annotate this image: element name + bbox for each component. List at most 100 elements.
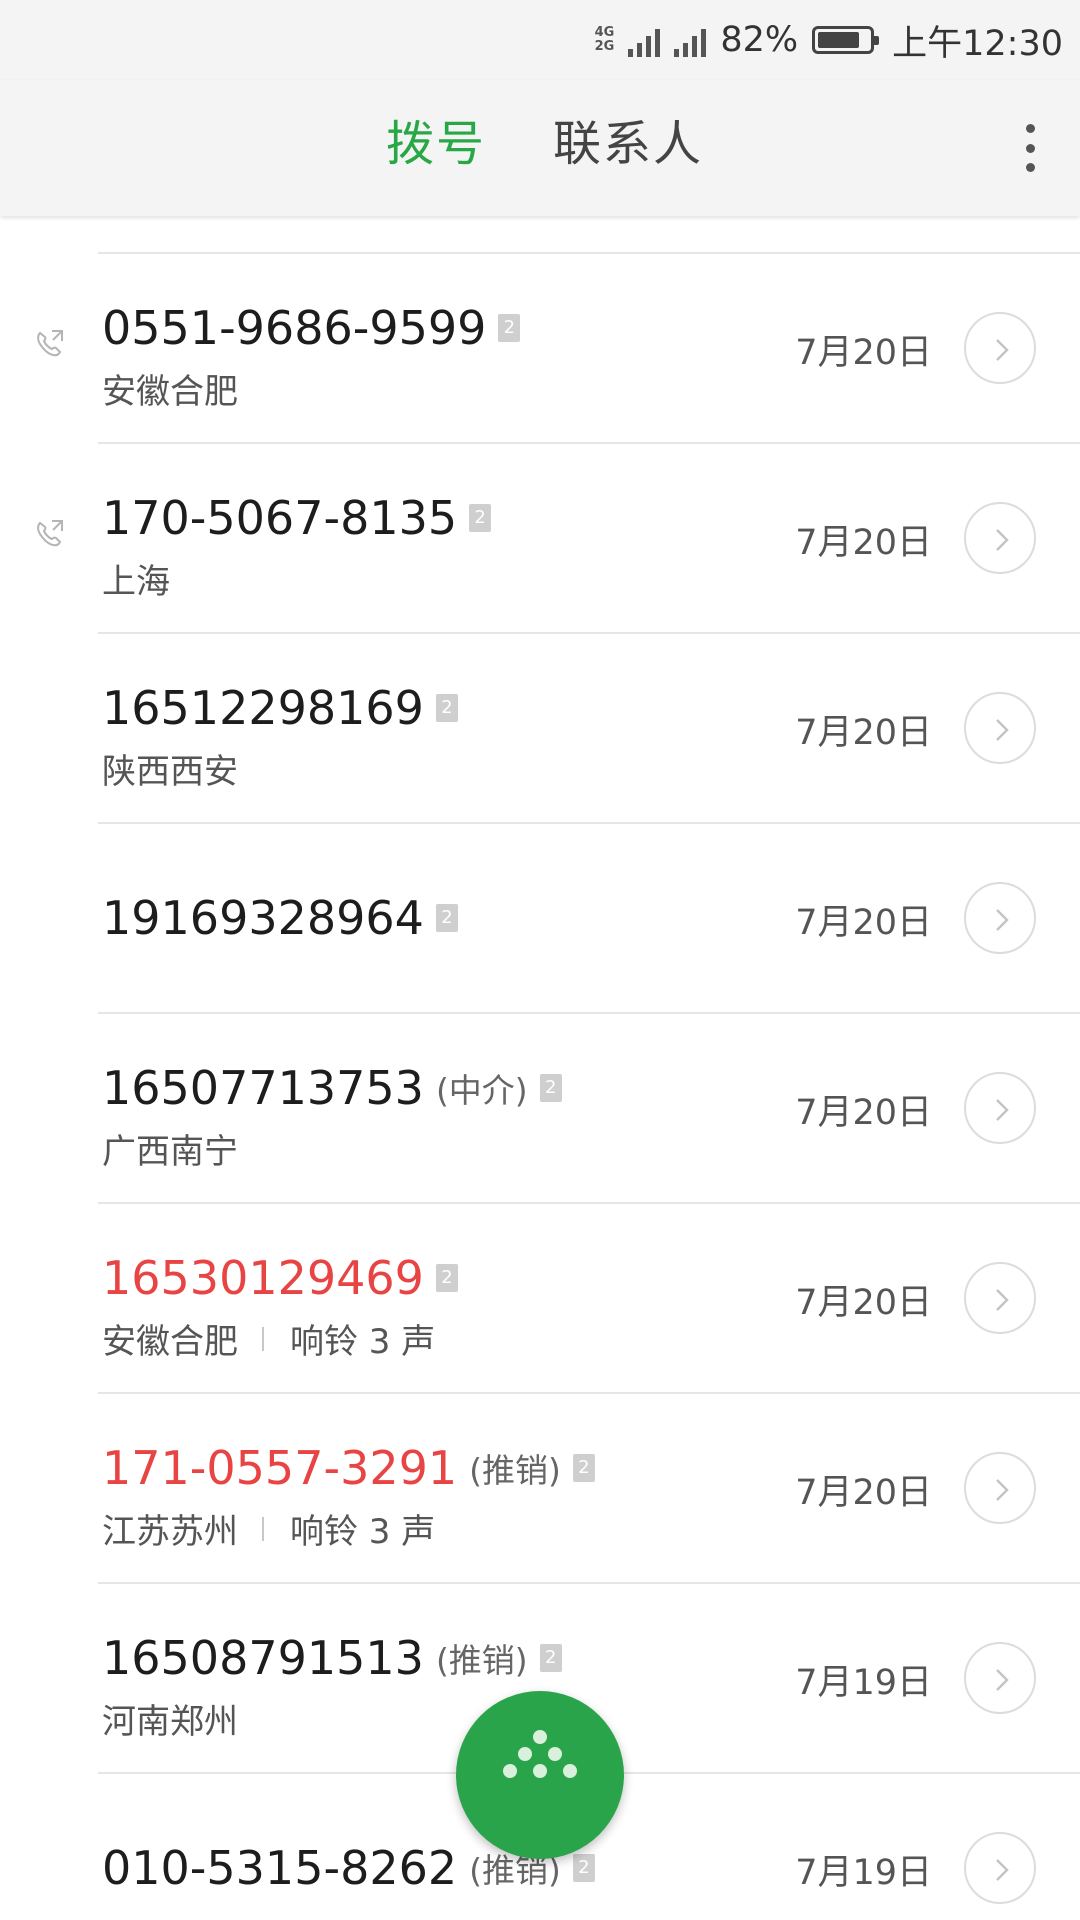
location: 江苏盐城: [102, 216, 238, 223]
number-line: 19169328964 2: [102, 888, 458, 948]
number-line: 171-0557-3291 (推销) 2: [102, 1438, 595, 1498]
chevron-right-icon: [996, 1099, 1009, 1121]
call-detail-button[interactable]: [964, 882, 1036, 954]
phone-number: 16507713753: [102, 1061, 424, 1115]
call-subtitle: 上海: [102, 554, 170, 603]
call-log-row[interactable]: 170-5067-8135 2 上海 7月20日: [0, 444, 1080, 634]
chevron-right-icon: [996, 1479, 1009, 1501]
call-log-row[interactable]: 江苏盐城7月20日: [0, 216, 1080, 254]
number-line: 16512298169 2: [102, 678, 458, 738]
tab-contacts[interactable]: 联系人: [553, 112, 703, 176]
call-date: 7月20日: [795, 333, 932, 373]
call-subtitle: 广西南宁: [102, 1124, 238, 1173]
call-detail-button[interactable]: [964, 312, 1036, 384]
number-line: 16530129469 2: [102, 1248, 458, 1308]
phone-number: 010-5315-8262: [102, 1841, 458, 1895]
dialpad-dot: [518, 1747, 532, 1761]
sim-badge-icon: 2: [539, 1644, 562, 1672]
battery-percent: 82%: [720, 20, 799, 60]
network-type-bottom: 2G: [594, 39, 615, 54]
dialpad-dot: [533, 1764, 547, 1778]
call-log-list[interactable]: 江苏盐城7月20日0551-9686-95992安徽合肥7月20日170-506…: [0, 216, 1080, 1920]
call-date: 7月20日: [795, 1093, 932, 1133]
location: 河南郑州: [102, 1702, 238, 1742]
dialpad-dot: [548, 1747, 562, 1761]
location: 安徽合肥: [102, 372, 238, 412]
call-log-row[interactable]: 19169328964 2 7月20日: [0, 824, 1080, 1014]
number-line: 170-5067-8135 2: [102, 488, 492, 548]
dialpad-dot: [533, 1730, 547, 1744]
call-log-row[interactable]: 16530129469 2 安徽合肥 响铃 3 声 7月20日: [0, 1204, 1080, 1394]
dialpad-button[interactable]: [456, 1691, 624, 1859]
number-tag: (推销): [469, 1451, 561, 1490]
sim-badge-icon: 2: [435, 694, 458, 722]
sim-badge-icon: 2: [435, 904, 458, 932]
call-log-row[interactable]: 16507713753 (中介) 2 广西南宁 7月20日: [0, 1014, 1080, 1204]
call-detail-button[interactable]: [964, 1072, 1036, 1144]
phone-number: 16530129469: [102, 1251, 424, 1305]
battery-fill: [818, 32, 860, 48]
separator: [262, 1326, 264, 1351]
location: 江苏苏州: [102, 1512, 238, 1552]
call-subtitle: 安徽合肥 响铃 3 声: [102, 1314, 435, 1363]
sim-badge-icon: 2: [572, 1454, 595, 1482]
chevron-right-icon: [996, 529, 1009, 551]
call-detail-button[interactable]: [964, 1262, 1036, 1334]
call-detail-button[interactable]: [964, 502, 1036, 574]
call-detail-button[interactable]: [964, 692, 1036, 764]
clock: 上午12:30: [892, 23, 1063, 64]
more-options-icon[interactable]: [1006, 120, 1054, 176]
dialpad-dot: [503, 1764, 517, 1778]
phone-number: 16512298169: [102, 681, 424, 735]
call-date: 7月19日: [795, 1853, 932, 1893]
phone-number: 0551-9686-9599: [102, 301, 487, 355]
call-log-row[interactable]: 16512298169 2 陕西西安 7月20日: [0, 634, 1080, 824]
location: 陕西西安: [102, 752, 238, 792]
separator: [262, 1516, 264, 1541]
status-bar: 4G 2G 82% 上午12:30: [0, 0, 1080, 80]
dialpad-dot: [563, 1764, 577, 1778]
location: 安徽合肥: [102, 1322, 238, 1362]
location: 上海: [102, 562, 170, 602]
call-detail-button[interactable]: [964, 1452, 1036, 1524]
chevron-right-icon: [996, 1859, 1009, 1881]
sim-badge-icon: 2: [572, 1854, 595, 1882]
call-subtitle: 河南郑州: [102, 1694, 238, 1743]
ring-count: 响铃 3 声: [290, 1512, 436, 1552]
chevron-right-icon: [996, 1669, 1009, 1691]
call-detail-button[interactable]: [964, 1642, 1036, 1714]
call-date: 7月20日: [795, 903, 932, 943]
call-date: 7月20日: [795, 1473, 932, 1513]
call-subtitle: 江苏苏州 响铃 3 声: [102, 1504, 435, 1553]
sim-badge-icon: 2: [498, 314, 521, 342]
battery-icon: [812, 26, 880, 54]
sim-badge-icon: 2: [435, 1264, 458, 1292]
signal-2-icon: [674, 23, 707, 57]
number-tag: (推销): [435, 1641, 528, 1680]
number-tag: (中介): [435, 1071, 528, 1110]
tab-dial[interactable]: 拨号: [386, 112, 486, 176]
chevron-right-icon: [996, 339, 1009, 361]
phone-number: 16508791513: [102, 1631, 424, 1685]
call-log-row[interactable]: 171-0557-3291 (推销) 2 江苏苏州 响铃 3 声 7月20日: [0, 1394, 1080, 1584]
signal-icon: [628, 23, 661, 57]
call-subtitle: 安徽合肥: [102, 364, 238, 413]
number-line: 0551-9686-9599 2: [102, 298, 521, 358]
location: 广西南宁: [102, 1132, 238, 1172]
phone-number: 170-5067-8135: [102, 491, 458, 545]
call-detail-button[interactable]: [964, 1832, 1036, 1904]
number-line: 16508791513 (推销) 2: [102, 1628, 562, 1688]
phone-number: 19169328964: [102, 891, 424, 945]
call-subtitle: 陕西西安: [102, 744, 238, 793]
phone-number: 171-0557-3291: [102, 1441, 458, 1495]
number-line: 16507713753 (中介) 2: [102, 1058, 562, 1118]
call-log-row[interactable]: 0551-9686-9599 2 安徽合肥 7月20日: [0, 254, 1080, 444]
outgoing-call-icon: [37, 520, 63, 547]
call-date: 7月20日: [795, 523, 932, 563]
network-type-top: 4G: [594, 25, 615, 40]
sim-badge-icon: 2: [469, 504, 492, 532]
network-type-indicator: 4G 2G: [595, 26, 615, 54]
chevron-right-icon: [996, 719, 1009, 741]
call-subtitle: 江苏盐城: [102, 216, 238, 223]
call-date: 7月20日: [795, 1283, 932, 1323]
